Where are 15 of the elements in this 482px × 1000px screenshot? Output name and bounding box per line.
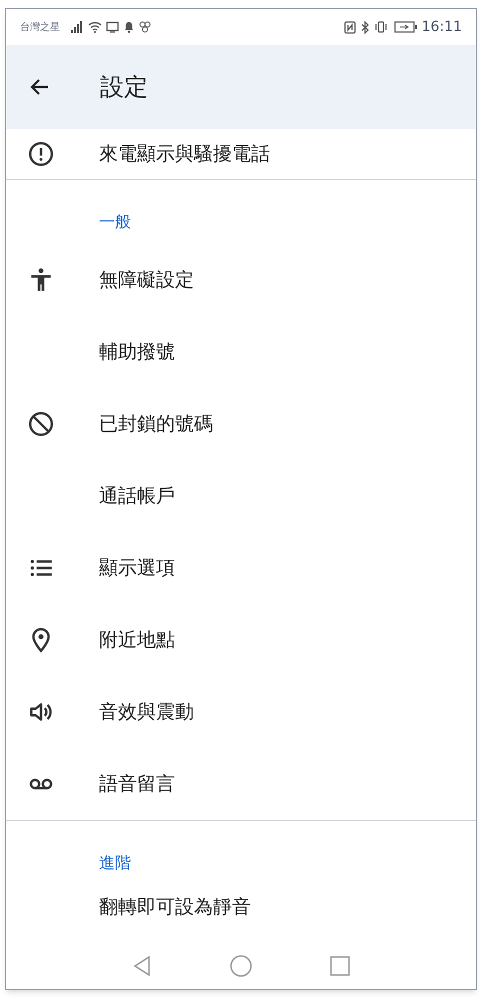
section-header: 一般 [99,211,131,233]
settings-item[interactable]: 語音留言 [6,748,476,820]
carrier-name: 台灣之星 [20,20,60,34]
settings-item[interactable]: 無障礙設定 [6,244,476,316]
section-header: 進階 [99,852,131,874]
settings-item[interactable]: 通話帳戶 [6,460,476,532]
settings-item[interactable]: 輔助撥號 [6,316,476,388]
settings-item[interactable]: 已封鎖的號碼 [6,388,476,460]
settings-item[interactable]: 附近地點 [6,604,476,676]
screen-title: 設定 [100,72,148,103]
settings-item[interactable]: 顯示選項 [6,532,476,604]
settings-item[interactable]: 翻轉即可設為靜音 [6,885,476,929]
settings-item[interactable]: 來電顯示與騷擾電話 [6,129,476,179]
settings-item[interactable]: 音效與震動 [6,676,476,748]
clock-time: 16:11 [422,18,462,36]
